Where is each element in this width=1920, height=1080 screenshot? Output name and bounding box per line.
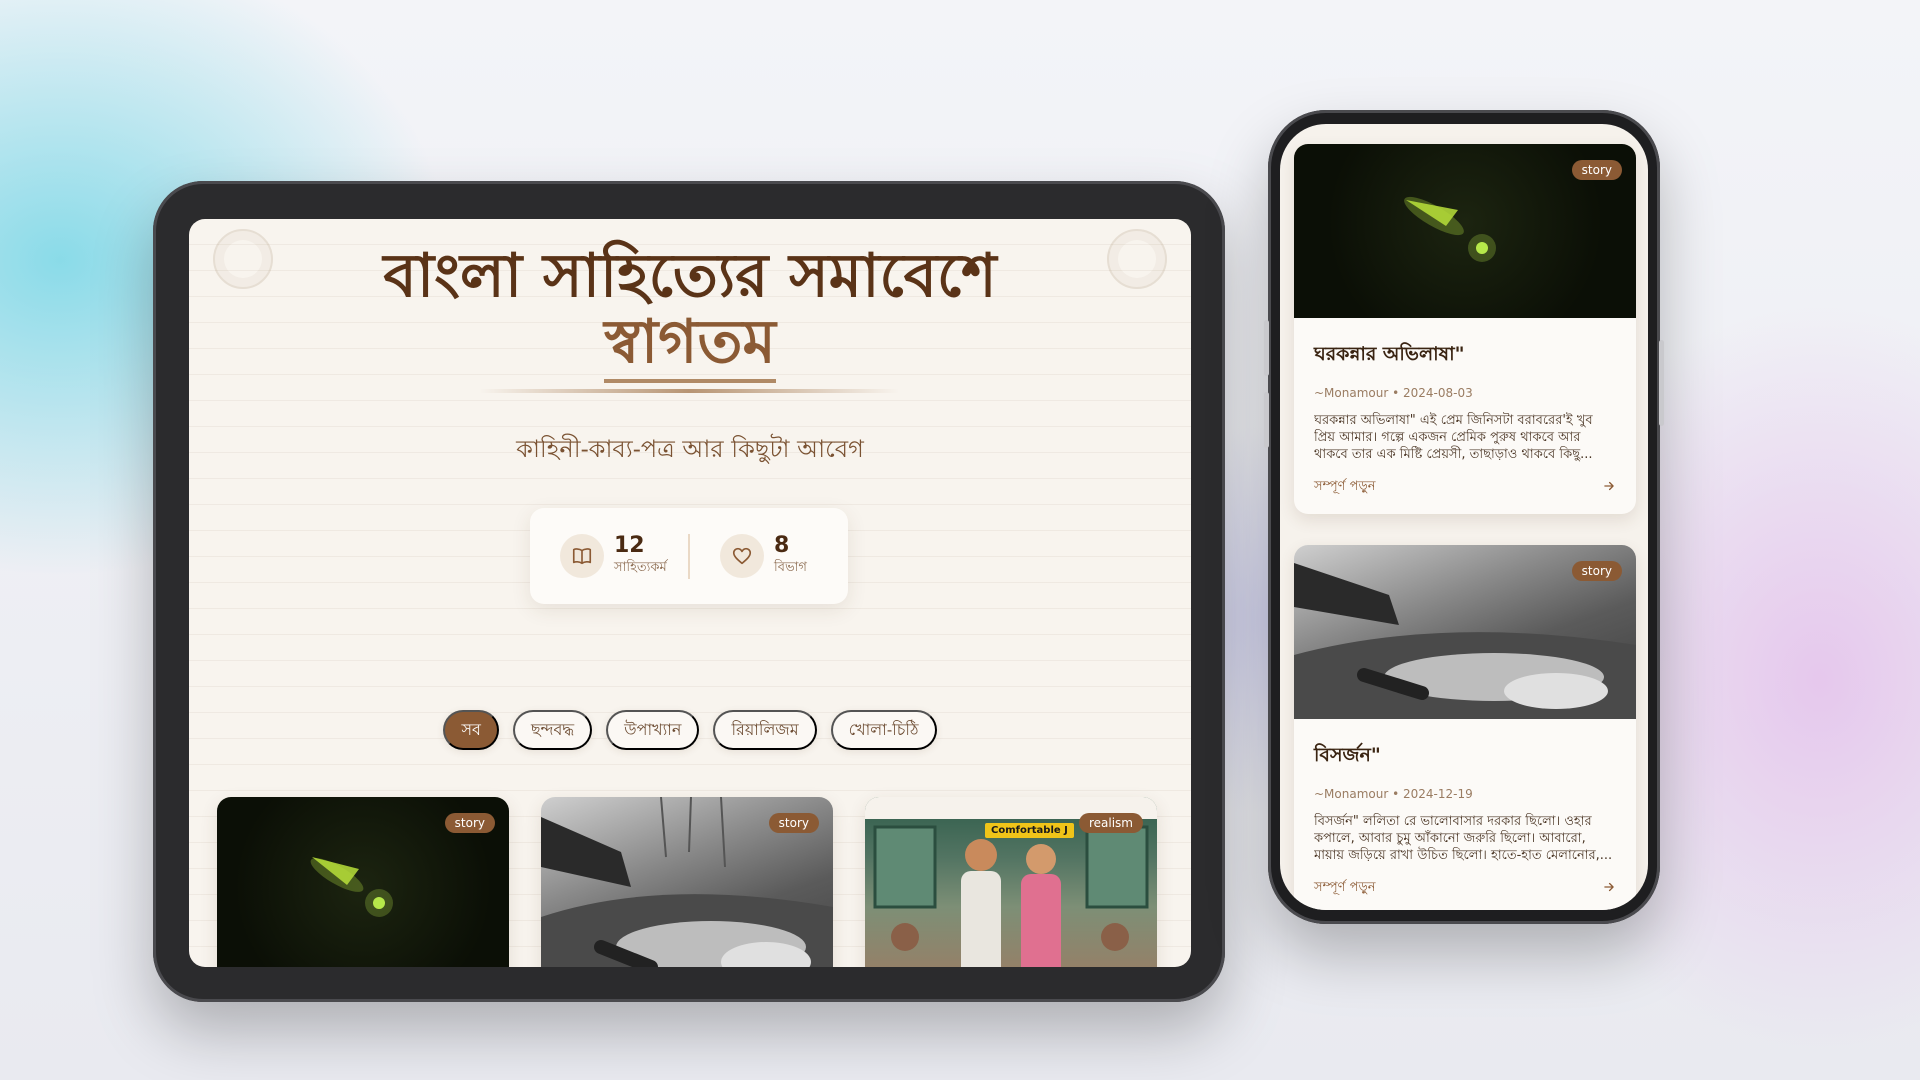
heart-icon xyxy=(720,534,764,578)
stats-card: 12 সাহিত্যকর্ম 8 বিভাগ xyxy=(530,508,848,604)
man-lying-image: story xyxy=(1294,545,1636,719)
arrow-right-icon[interactable] xyxy=(1602,880,1616,898)
stat-works-value: 12 xyxy=(614,532,645,558)
filter-chip-all[interactable]: সব xyxy=(443,710,499,750)
story-card[interactable]: story বিসর্জন" ~Monamour • 2024-12-19 বি… xyxy=(1294,545,1636,910)
story-card[interactable]: Comfortable J realism xyxy=(865,797,1157,967)
filter-chip-realism[interactable]: রিয়ালিজম xyxy=(713,710,817,750)
phone-side-button xyxy=(1264,320,1269,376)
story-card[interactable]: story ঘরকন্নার অভিলাষা" ~Monamour • 2024… xyxy=(1294,144,1636,514)
phone-device: story ঘরকন্নার অভিলাষা" ~Monamour • 2024… xyxy=(1264,110,1664,924)
category-badge: story xyxy=(444,813,495,833)
arrow-right-icon[interactable] xyxy=(1602,479,1616,497)
story-excerpt: বিসর্জন" ললিতা রে ভালোবাসার দরকার ছিলো। … xyxy=(1314,814,1613,863)
story-title: বিসর্জন" xyxy=(1314,744,1381,766)
filter-chip-open-letter[interactable]: খোলা-চিঠি xyxy=(830,710,937,750)
story-title: ঘরকন্নার অভিলাষা" xyxy=(1314,343,1465,365)
story-card-grid: story story Comfortable J realism xyxy=(217,797,1157,967)
stat-categories: 8 বিভাগ xyxy=(688,532,848,579)
filter-chip-verse[interactable]: ছন্দবদ্ধ xyxy=(512,710,593,750)
hero-title-line1: বাংলা সাহিত্যের সমাবেশে xyxy=(383,241,997,311)
hero-title: বাংলা সাহিত্যের সমাবেশে স্বাগতম xyxy=(189,243,1191,383)
category-badge: story xyxy=(1571,160,1622,180)
hero-subtitle: কাহিনী-কাব্য-পত্র আর কিছুটা আবেগ xyxy=(516,435,864,463)
stat-works: 12 সাহিত্যকর্ম xyxy=(530,532,688,579)
phone-screen: story ঘরকন্নার অভিলাষা" ~Monamour • 2024… xyxy=(1280,124,1648,910)
book-icon xyxy=(560,534,604,578)
story-card[interactable]: story xyxy=(217,797,509,967)
story-meta: ~Monamour • 2024-08-03 xyxy=(1314,386,1473,400)
hero-title-line2: স্বাগতম xyxy=(604,309,776,383)
read-more-link[interactable]: সম্পূর্ণ পড়ুন xyxy=(1314,477,1376,498)
stat-categories-value: 8 xyxy=(774,532,790,558)
train-sign: Comfortable J xyxy=(985,823,1074,838)
story-meta: ~Monamour • 2024-12-19 xyxy=(1314,787,1473,801)
stat-works-label: সাহিত্যকর্ম xyxy=(614,559,667,575)
read-more-link[interactable]: সম্পূর্ণ পড়ুন xyxy=(1314,878,1376,899)
stat-categories-label: বিভাগ xyxy=(774,559,807,575)
hero-divider xyxy=(479,389,899,393)
category-badge: story xyxy=(768,813,819,833)
tablet-screen: বাংলা সাহিত্যের সমাবেশে স্বাগতম কাহিনী-ক… xyxy=(189,219,1191,967)
category-filters: সব ছন্দবদ্ধ উপাখ্যান রিয়ালিজম খোলা-চিঠি xyxy=(189,710,1191,750)
phone-side-button xyxy=(1264,392,1269,448)
category-badge: realism xyxy=(1078,813,1143,833)
phone-side-button xyxy=(1659,340,1664,426)
story-excerpt: ঘরকন্নার অভিলাষা" এই প্রেম জিনিসটা বরাবর… xyxy=(1314,413,1593,462)
filter-chip-tale[interactable]: উপাখ্যান xyxy=(606,710,700,750)
firefly-image: story xyxy=(1294,144,1636,318)
category-badge: story xyxy=(1571,561,1622,581)
story-card[interactable]: story xyxy=(541,797,833,967)
tablet-device: বাংলা সাহিত্যের সমাবেশে স্বাগতম কাহিনী-ক… xyxy=(153,181,1225,1002)
